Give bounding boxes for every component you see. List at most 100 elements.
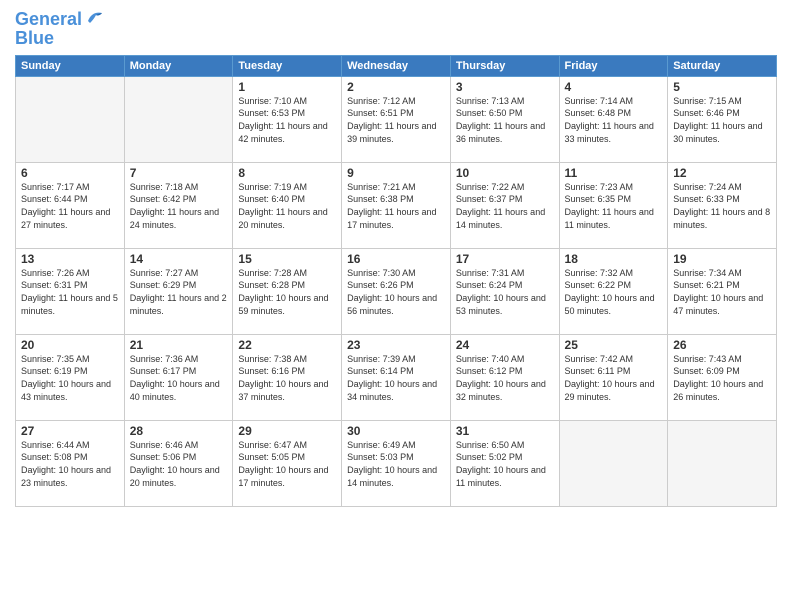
calendar-table: SundayMondayTuesdayWednesdayThursdayFrid… (15, 55, 777, 507)
day-number: 20 (21, 338, 119, 352)
day-info: Sunrise: 6:44 AM Sunset: 5:08 PM Dayligh… (21, 439, 119, 489)
day-info: Sunrise: 7:19 AM Sunset: 6:40 PM Dayligh… (238, 181, 336, 231)
calendar-cell-4-5: 24Sunrise: 7:40 AM Sunset: 6:12 PM Dayli… (450, 334, 559, 420)
day-number: 21 (130, 338, 228, 352)
day-info: Sunrise: 7:18 AM Sunset: 6:42 PM Dayligh… (130, 181, 228, 231)
day-info: Sunrise: 7:24 AM Sunset: 6:33 PM Dayligh… (673, 181, 771, 231)
calendar-cell-2-6: 11Sunrise: 7:23 AM Sunset: 6:35 PM Dayli… (559, 162, 668, 248)
day-info: Sunrise: 7:26 AM Sunset: 6:31 PM Dayligh… (21, 267, 119, 317)
calendar-cell-2-1: 6Sunrise: 7:17 AM Sunset: 6:44 PM Daylig… (16, 162, 125, 248)
day-number: 11 (565, 166, 663, 180)
day-number: 7 (130, 166, 228, 180)
day-info: Sunrise: 7:32 AM Sunset: 6:22 PM Dayligh… (565, 267, 663, 317)
day-number: 9 (347, 166, 445, 180)
calendar-cell-3-4: 16Sunrise: 7:30 AM Sunset: 6:26 PM Dayli… (342, 248, 451, 334)
calendar-cell-3-3: 15Sunrise: 7:28 AM Sunset: 6:28 PM Dayli… (233, 248, 342, 334)
day-info: Sunrise: 7:34 AM Sunset: 6:21 PM Dayligh… (673, 267, 771, 317)
day-number: 10 (456, 166, 554, 180)
calendar-cell-5-1: 27Sunrise: 6:44 AM Sunset: 5:08 PM Dayli… (16, 420, 125, 506)
calendar-cell-1-4: 2Sunrise: 7:12 AM Sunset: 6:51 PM Daylig… (342, 76, 451, 162)
calendar-cell-3-6: 18Sunrise: 7:32 AM Sunset: 6:22 PM Dayli… (559, 248, 668, 334)
weekday-header-saturday: Saturday (668, 55, 777, 76)
calendar-cell-4-7: 26Sunrise: 7:43 AM Sunset: 6:09 PM Dayli… (668, 334, 777, 420)
day-info: Sunrise: 7:27 AM Sunset: 6:29 PM Dayligh… (130, 267, 228, 317)
day-info: Sunrise: 6:49 AM Sunset: 5:03 PM Dayligh… (347, 439, 445, 489)
week-row-3: 13Sunrise: 7:26 AM Sunset: 6:31 PM Dayli… (16, 248, 777, 334)
calendar-cell-4-6: 25Sunrise: 7:42 AM Sunset: 6:11 PM Dayli… (559, 334, 668, 420)
calendar-cell-3-5: 17Sunrise: 7:31 AM Sunset: 6:24 PM Dayli… (450, 248, 559, 334)
day-number: 17 (456, 252, 554, 266)
day-info: Sunrise: 7:10 AM Sunset: 6:53 PM Dayligh… (238, 95, 336, 145)
weekday-header-wednesday: Wednesday (342, 55, 451, 76)
weekday-header-row: SundayMondayTuesdayWednesdayThursdayFrid… (16, 55, 777, 76)
day-info: Sunrise: 7:42 AM Sunset: 6:11 PM Dayligh… (565, 353, 663, 403)
day-info: Sunrise: 7:14 AM Sunset: 6:48 PM Dayligh… (565, 95, 663, 145)
day-info: Sunrise: 7:22 AM Sunset: 6:37 PM Dayligh… (456, 181, 554, 231)
day-number: 6 (21, 166, 119, 180)
page: General Blue SundayMondayTuesdayWednesda… (0, 0, 792, 612)
calendar-cell-1-2 (124, 76, 233, 162)
day-number: 30 (347, 424, 445, 438)
day-info: Sunrise: 7:39 AM Sunset: 6:14 PM Dayligh… (347, 353, 445, 403)
day-info: Sunrise: 7:40 AM Sunset: 6:12 PM Dayligh… (456, 353, 554, 403)
day-number: 31 (456, 424, 554, 438)
logo-text: General (15, 10, 82, 30)
logo-bird-icon (84, 7, 106, 29)
weekday-header-monday: Monday (124, 55, 233, 76)
day-number: 16 (347, 252, 445, 266)
day-info: Sunrise: 7:21 AM Sunset: 6:38 PM Dayligh… (347, 181, 445, 231)
calendar-cell-5-2: 28Sunrise: 6:46 AM Sunset: 5:06 PM Dayli… (124, 420, 233, 506)
calendar-cell-2-5: 10Sunrise: 7:22 AM Sunset: 6:37 PM Dayli… (450, 162, 559, 248)
day-number: 3 (456, 80, 554, 94)
day-number: 4 (565, 80, 663, 94)
day-info: Sunrise: 7:30 AM Sunset: 6:26 PM Dayligh… (347, 267, 445, 317)
day-info: Sunrise: 7:43 AM Sunset: 6:09 PM Dayligh… (673, 353, 771, 403)
weekday-header-tuesday: Tuesday (233, 55, 342, 76)
day-info: Sunrise: 6:46 AM Sunset: 5:06 PM Dayligh… (130, 439, 228, 489)
calendar-cell-1-7: 5Sunrise: 7:15 AM Sunset: 6:46 PM Daylig… (668, 76, 777, 162)
calendar-cell-3-1: 13Sunrise: 7:26 AM Sunset: 6:31 PM Dayli… (16, 248, 125, 334)
day-number: 2 (347, 80, 445, 94)
day-number: 19 (673, 252, 771, 266)
calendar-cell-2-2: 7Sunrise: 7:18 AM Sunset: 6:42 PM Daylig… (124, 162, 233, 248)
weekday-header-sunday: Sunday (16, 55, 125, 76)
day-info: Sunrise: 7:17 AM Sunset: 6:44 PM Dayligh… (21, 181, 119, 231)
calendar-cell-3-2: 14Sunrise: 7:27 AM Sunset: 6:29 PM Dayli… (124, 248, 233, 334)
day-info: Sunrise: 7:23 AM Sunset: 6:35 PM Dayligh… (565, 181, 663, 231)
day-number: 22 (238, 338, 336, 352)
day-info: Sunrise: 7:13 AM Sunset: 6:50 PM Dayligh… (456, 95, 554, 145)
calendar-cell-5-6 (559, 420, 668, 506)
calendar-cell-4-4: 23Sunrise: 7:39 AM Sunset: 6:14 PM Dayli… (342, 334, 451, 420)
calendar-cell-1-1 (16, 76, 125, 162)
day-info: Sunrise: 7:35 AM Sunset: 6:19 PM Dayligh… (21, 353, 119, 403)
logo: General Blue (15, 10, 106, 49)
day-number: 24 (456, 338, 554, 352)
day-number: 25 (565, 338, 663, 352)
day-info: Sunrise: 7:31 AM Sunset: 6:24 PM Dayligh… (456, 267, 554, 317)
day-number: 8 (238, 166, 336, 180)
day-info: Sunrise: 7:28 AM Sunset: 6:28 PM Dayligh… (238, 267, 336, 317)
week-row-2: 6Sunrise: 7:17 AM Sunset: 6:44 PM Daylig… (16, 162, 777, 248)
calendar-cell-2-4: 9Sunrise: 7:21 AM Sunset: 6:38 PM Daylig… (342, 162, 451, 248)
calendar-cell-5-5: 31Sunrise: 6:50 AM Sunset: 5:02 PM Dayli… (450, 420, 559, 506)
day-number: 23 (347, 338, 445, 352)
day-number: 15 (238, 252, 336, 266)
weekday-header-friday: Friday (559, 55, 668, 76)
day-info: Sunrise: 7:12 AM Sunset: 6:51 PM Dayligh… (347, 95, 445, 145)
calendar-cell-4-1: 20Sunrise: 7:35 AM Sunset: 6:19 PM Dayli… (16, 334, 125, 420)
day-number: 29 (238, 424, 336, 438)
header: General Blue (15, 10, 777, 49)
calendar-cell-2-3: 8Sunrise: 7:19 AM Sunset: 6:40 PM Daylig… (233, 162, 342, 248)
day-number: 26 (673, 338, 771, 352)
week-row-4: 20Sunrise: 7:35 AM Sunset: 6:19 PM Dayli… (16, 334, 777, 420)
day-number: 12 (673, 166, 771, 180)
calendar-cell-5-3: 29Sunrise: 6:47 AM Sunset: 5:05 PM Dayli… (233, 420, 342, 506)
day-number: 1 (238, 80, 336, 94)
day-info: Sunrise: 7:15 AM Sunset: 6:46 PM Dayligh… (673, 95, 771, 145)
calendar-cell-1-6: 4Sunrise: 7:14 AM Sunset: 6:48 PM Daylig… (559, 76, 668, 162)
calendar-cell-3-7: 19Sunrise: 7:34 AM Sunset: 6:21 PM Dayli… (668, 248, 777, 334)
day-number: 27 (21, 424, 119, 438)
calendar-cell-1-5: 3Sunrise: 7:13 AM Sunset: 6:50 PM Daylig… (450, 76, 559, 162)
calendar-cell-2-7: 12Sunrise: 7:24 AM Sunset: 6:33 PM Dayli… (668, 162, 777, 248)
calendar-cell-1-3: 1Sunrise: 7:10 AM Sunset: 6:53 PM Daylig… (233, 76, 342, 162)
